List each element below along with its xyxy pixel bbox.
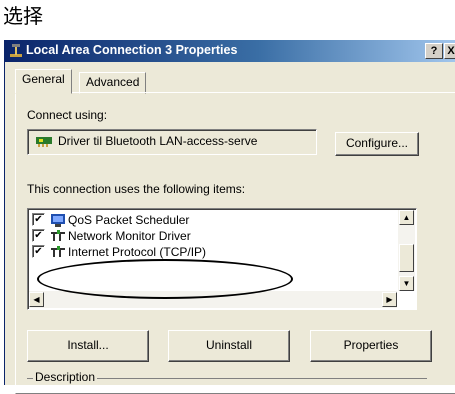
scheduler-icon	[51, 214, 65, 227]
vertical-scrollbar[interactable]: ▲ ▼	[398, 210, 415, 291]
connect-using-label: Connect using:	[27, 108, 108, 122]
item-label: Network Monitor Driver	[68, 229, 191, 243]
network-adapter-icon	[36, 137, 52, 147]
network-connection-icon	[10, 44, 22, 57]
item-label: Internet Protocol (TCP/IP)	[68, 245, 207, 259]
scroll-left-button[interactable]: ◀	[29, 292, 44, 307]
items-label: This connection uses the following items…	[27, 182, 246, 196]
tab-general[interactable]: General	[15, 69, 72, 94]
description-label: Description	[33, 370, 98, 384]
page-caption: 选择	[3, 4, 43, 28]
properties-window: Local Area Connection 3 Properties ? X G…	[4, 40, 455, 394]
description-group: Description	[27, 371, 427, 389]
highlight-ellipse	[37, 259, 293, 299]
tab-panel-general: Connect using: Driver til Bluetooth LAN-…	[15, 92, 455, 394]
network-protocol-icon	[51, 230, 65, 241]
scroll-right-button[interactable]: ▶	[382, 292, 397, 307]
configure-button[interactable]: Configure...	[335, 132, 419, 156]
checkbox[interactable]: ✔	[32, 213, 45, 226]
help-button[interactable]: ?	[425, 43, 443, 59]
network-protocol-icon	[51, 246, 65, 257]
install-button[interactable]: Install...	[27, 330, 149, 362]
properties-button[interactable]: Properties	[310, 330, 432, 362]
adapter-name: Driver til Bluetooth LAN-access-serve	[58, 134, 258, 148]
scroll-up-button[interactable]: ▲	[399, 210, 414, 225]
title-bar[interactable]: Local Area Connection 3 Properties ? X	[5, 40, 455, 62]
vertical-scroll-thumb[interactable]	[399, 244, 414, 272]
window-title: Local Area Connection 3 Properties	[26, 43, 238, 57]
checkbox[interactable]: ✔	[32, 245, 45, 258]
tab-advanced[interactable]: Advanced	[79, 72, 147, 94]
scroll-down-button[interactable]: ▼	[399, 276, 414, 291]
adapter-field: Driver til Bluetooth LAN-access-serve	[27, 129, 317, 155]
checkbox[interactable]: ✔	[32, 229, 45, 242]
uninstall-button[interactable]: Uninstall	[168, 330, 290, 362]
item-label: QoS Packet Scheduler	[68, 213, 190, 227]
close-button[interactable]: X	[444, 43, 455, 59]
